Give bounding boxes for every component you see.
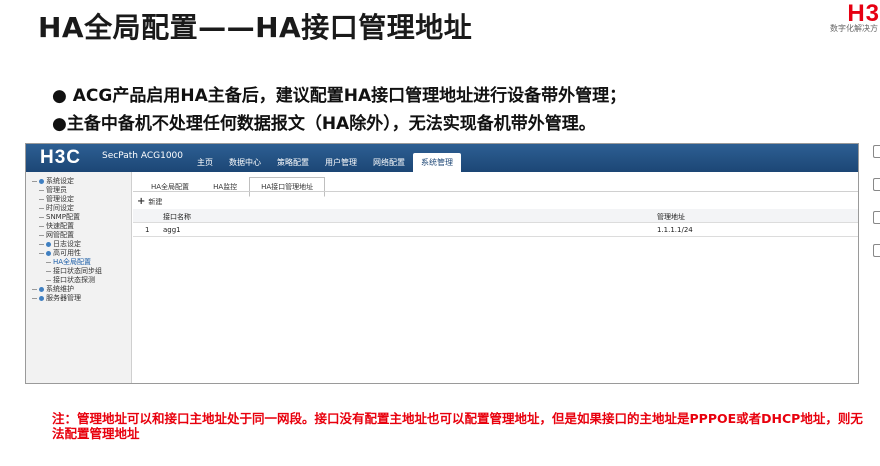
sidebar-item[interactable]: 网管配置 bbox=[32, 231, 102, 240]
folder-icon bbox=[39, 296, 44, 301]
sidebar-item[interactable]: 管理员 bbox=[32, 186, 102, 195]
sidebar-item[interactable]: SNMP配置 bbox=[32, 213, 102, 222]
folder-icon bbox=[39, 179, 44, 184]
table-header: 接口名称 管理地址 bbox=[133, 209, 858, 223]
row-interface-name: agg1 bbox=[163, 226, 181, 234]
app-screenshot: H3C SecPath ACG1000 主页 数据中心 策略配置 用户管理 网络… bbox=[25, 143, 859, 384]
tree-connector bbox=[32, 289, 37, 290]
sidebar: 系统设定 管理员 管理设定 时间设定 SNMP配置 快速配置 网管配置 日志设定 高可用性 HA全… bbox=[26, 172, 132, 383]
tree-connector bbox=[39, 253, 44, 254]
mgmt-address-table: 接口名称 管理地址 1 agg1 1.1.1.1/24 bbox=[133, 209, 858, 237]
sidebar-tree: 系统设定 管理员 管理设定 时间设定 SNMP配置 快速配置 网管配置 日志设定 高可用性 HA全… bbox=[32, 177, 102, 303]
sidebar-item-label: 系统设定 bbox=[46, 177, 74, 185]
brand-tagline: 数字化解决方 bbox=[830, 24, 878, 33]
tab-ha-monitor[interactable]: HA监控 bbox=[201, 177, 249, 197]
sidebar-item[interactable]: 高可用性 bbox=[32, 249, 102, 258]
folder-icon bbox=[46, 242, 51, 247]
tree-connector bbox=[39, 190, 44, 191]
sidebar-item-label: 网管配置 bbox=[46, 231, 74, 239]
slide-title: HA全局配置——HA接口管理地址 bbox=[38, 11, 473, 44]
sidebar-item[interactable]: 系统维护 bbox=[32, 285, 102, 294]
tab-ha-mgmt-address[interactable]: HA接口管理地址 bbox=[249, 177, 326, 197]
side-toolbar bbox=[873, 145, 880, 277]
nav-user[interactable]: 用户管理 bbox=[317, 153, 365, 174]
row-mgmt-address: 1.1.1.1/24 bbox=[657, 226, 693, 234]
new-button-label: 新建 bbox=[148, 197, 163, 206]
nav-home[interactable]: 主页 bbox=[189, 153, 221, 174]
sidebar-item[interactable]: 快速配置 bbox=[32, 222, 102, 231]
edit-icon[interactable] bbox=[873, 145, 880, 158]
footnote: 注：管理地址可以和接口主地址处于同一网段。接口没有配置主地址也可以配置管理地址，… bbox=[52, 411, 863, 441]
sidebar-item[interactable]: 接口状态探测 bbox=[32, 276, 102, 285]
column-header-address: 管理地址 bbox=[657, 213, 685, 221]
sidebar-item-label: 服务器管理 bbox=[46, 294, 81, 302]
sidebar-item[interactable]: HA全局配置 bbox=[32, 258, 102, 267]
tree-connector bbox=[32, 181, 37, 182]
sidebar-item[interactable]: 管理设定 bbox=[32, 195, 102, 204]
tab-bar: HA全局配置 HA监控 HA接口管理地址 bbox=[139, 177, 326, 197]
folder-icon bbox=[46, 251, 51, 256]
zoom-icon[interactable] bbox=[873, 178, 880, 191]
tree-connector bbox=[46, 262, 51, 263]
sidebar-item-label: 快速配置 bbox=[46, 222, 74, 230]
sidebar-item-label: HA全局配置 bbox=[53, 258, 92, 266]
sidebar-item[interactable]: 服务器管理 bbox=[32, 294, 102, 303]
sidebar-item-label: 管理员 bbox=[46, 186, 67, 194]
product-name: SecPath ACG1000 bbox=[102, 151, 183, 161]
row-index: 1 bbox=[145, 226, 150, 234]
tab-divider bbox=[133, 191, 858, 192]
bullet-item: ● ACG产品启用HA主备后，建议配置HA接口管理地址进行设备带外管理； bbox=[52, 86, 627, 106]
table-row[interactable]: 1 agg1 1.1.1.1/24 bbox=[133, 223, 858, 237]
bullet-item: ●主备中备机不处理任何数据报文（HA除外），无法实现备机带外管理。 bbox=[52, 114, 596, 134]
nav-system[interactable]: 系统管理 bbox=[413, 153, 461, 174]
top-navbar: H3C SecPath ACG1000 主页 数据中心 策略配置 用户管理 网络… bbox=[26, 144, 858, 174]
nav-policy[interactable]: 策略配置 bbox=[269, 153, 317, 174]
tree-connector bbox=[46, 280, 51, 281]
tree-connector bbox=[39, 226, 44, 227]
tree-connector bbox=[39, 235, 44, 236]
folder-icon bbox=[39, 287, 44, 292]
sidebar-item-label: 时间设定 bbox=[46, 204, 74, 212]
tree-connector bbox=[46, 271, 51, 272]
new-button[interactable]: + 新建 bbox=[137, 196, 162, 207]
tree-connector bbox=[39, 244, 44, 245]
tree-connector bbox=[39, 199, 44, 200]
tab-ha-global[interactable]: HA全局配置 bbox=[139, 177, 201, 197]
nav-network[interactable]: 网络配置 bbox=[365, 153, 413, 174]
bullet-list: ● ACG产品启用HA主备后，建议配置HA接口管理地址进行设备带外管理； ●主备… bbox=[52, 82, 626, 138]
sidebar-item-label: 接口状态同步组 bbox=[53, 267, 102, 275]
sidebar-item-label: SNMP配置 bbox=[46, 213, 80, 221]
sidebar-item-label: 管理设定 bbox=[46, 195, 74, 203]
tree-connector bbox=[39, 217, 44, 218]
brand-logo: H3 数字化解决方 bbox=[820, 0, 880, 40]
tree-connector bbox=[32, 298, 37, 299]
plus-icon: + bbox=[137, 196, 146, 207]
main-content: HA全局配置 HA监控 HA接口管理地址 + 新建 接口名称 管理地址 1 ag… bbox=[133, 172, 858, 383]
copy-icon[interactable] bbox=[873, 211, 880, 224]
main-nav: 主页 数据中心 策略配置 用户管理 网络配置 系统管理 bbox=[189, 153, 461, 174]
slide: HA全局配置——HA接口管理地址 H3 数字化解决方 ● ACG产品启用HA主备… bbox=[0, 0, 880, 466]
sidebar-item-label: 高可用性 bbox=[53, 249, 81, 257]
tree-connector bbox=[39, 208, 44, 209]
sidebar-item[interactable]: 时间设定 bbox=[32, 204, 102, 213]
column-header-name: 接口名称 bbox=[163, 213, 191, 221]
app-logo: H3C bbox=[40, 147, 82, 168]
sidebar-item-label: 系统维护 bbox=[46, 285, 74, 293]
sidebar-item[interactable]: 接口状态同步组 bbox=[32, 267, 102, 276]
sidebar-item-label: 日志设定 bbox=[53, 240, 81, 248]
sidebar-item-label: 接口状态探测 bbox=[53, 276, 95, 284]
sidebar-item[interactable]: 日志设定 bbox=[32, 240, 102, 249]
sidebar-item[interactable]: 系统设定 bbox=[32, 177, 102, 186]
nav-data-center[interactable]: 数据中心 bbox=[221, 153, 269, 174]
expand-icon[interactable] bbox=[873, 244, 880, 257]
